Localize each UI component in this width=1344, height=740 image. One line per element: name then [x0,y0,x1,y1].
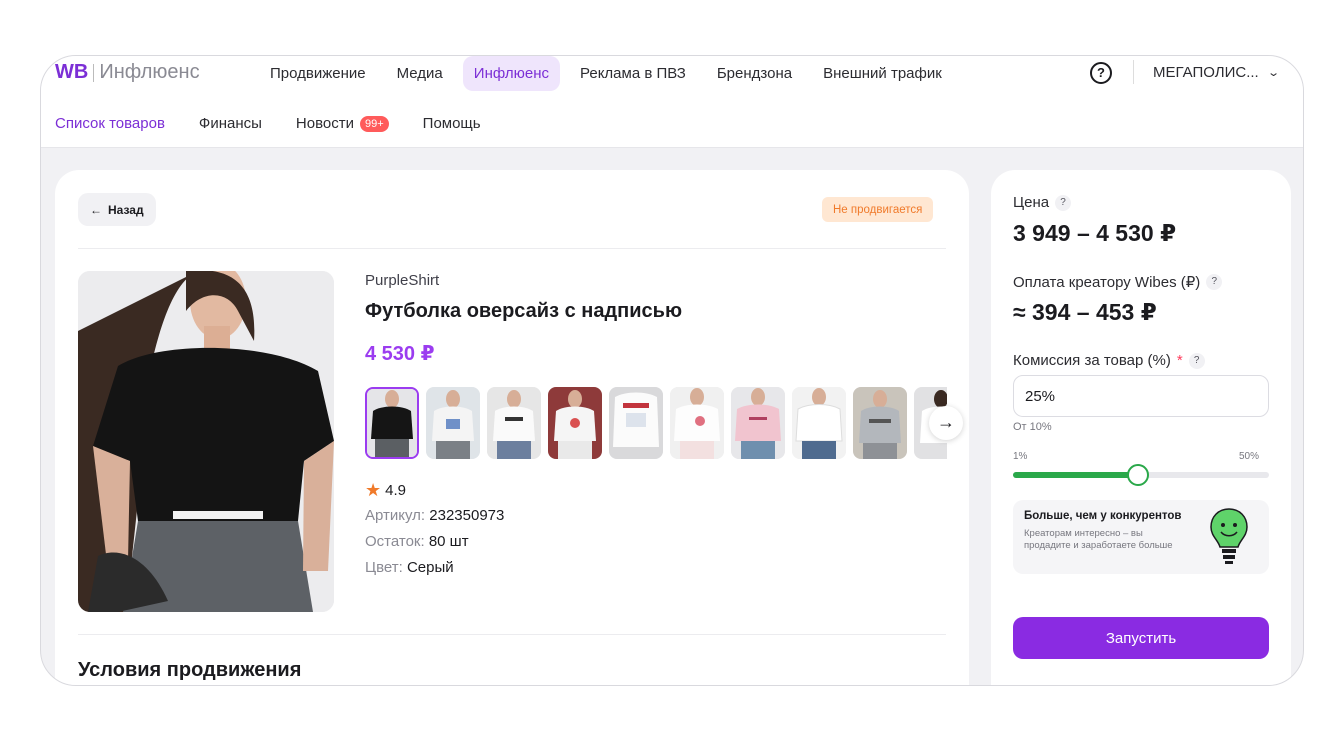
divider [78,634,946,635]
back-label: Назад [108,202,144,217]
account-selector[interactable]: МЕГАПОЛИС... ⌄ [1153,64,1280,81]
color-label: Цвет: [365,559,403,576]
product-rating: ★ 4.9 [365,480,406,501]
article-row: Артикул: 232350973 [365,507,504,524]
main-nav: Продвижение Медиа Инфлюенс Реклама в ПВЗ… [259,56,962,91]
chevron-down-icon: ⌄ [1266,67,1280,79]
divider [78,248,946,249]
logo-divider [93,63,95,82]
commission-hint: От 10% [1013,421,1052,433]
product-brand[interactable]: PurpleShirt [365,272,439,289]
lightbulb-icon [1210,508,1248,564]
tip-title: Больше, чем у конкурентов [1024,510,1182,522]
rating-value: 4.9 [385,482,406,499]
arrow-right-icon: → [937,412,955,432]
news-count-badge: 99+ [359,115,389,132]
nav-item-external-traffic[interactable]: Внешний трафик [812,56,953,91]
nav-item-influence[interactable]: Инфлюенс [462,56,560,91]
payout-label: Оплата креатору Wibes (₽) [1013,274,1201,291]
article-label: Артикул: [365,507,426,524]
required-mark: * [1176,352,1183,369]
color-row: Цвет: Серый [365,559,454,576]
product-photo[interactable] [78,271,334,612]
article-value: 232350973 [429,507,505,524]
arrow-left-icon: ← [90,202,102,217]
thumbnail[interactable] [792,387,846,459]
status-badge: Не продвигается [822,197,934,222]
nav-item-promotion[interactable]: Продвижение [259,56,377,91]
promotion-settings-panel: Цена ? 3 949 – 4 530 ₽ Оплата креатору W… [991,170,1291,685]
account-name: МЕГАПОЛИС... [1153,64,1259,81]
subnav-item-products[interactable]: Список товаров [55,115,165,132]
thumbnail[interactable] [853,387,907,459]
question-icon[interactable]: ? [1188,352,1205,369]
stock-value: 80 шт [428,533,469,550]
sub-nav: Список товаров Финансы Новости 99+ Помощ… [55,115,515,132]
subnav-item-finance[interactable]: Финансы [199,115,262,132]
thumbnail[interactable] [731,387,785,459]
logo[interactable]: WB Инфлюенс [55,61,200,84]
question-icon[interactable]: ? [1055,194,1072,211]
thumbnail[interactable] [426,387,480,459]
stock-label: Остаток: [365,533,425,550]
payout-value: ≈ 394 – 453 ₽ [1013,299,1157,325]
subnav-item-news[interactable]: Новости 99+ [296,115,389,132]
commission-label: Комиссия за товар (%) [1013,352,1171,369]
help-icon[interactable]: ? [1090,62,1112,84]
back-button[interactable]: ← Назад [78,193,156,226]
product-price: 4 530 ₽ [365,343,435,365]
slider-handle[interactable] [1127,464,1150,486]
thumbnail[interactable] [670,387,724,459]
question-icon[interactable]: ? [1206,274,1223,290]
price-range-value: 3 949 – 4 530 ₽ [1013,220,1177,246]
nav-item-pvz-ads[interactable]: Реклама в ПВЗ [569,56,697,91]
tip-text: Креаторам интересно – вы продадите и зар… [1024,528,1173,551]
color-value: Серый [406,559,454,576]
star-icon: ★ [365,480,382,500]
commission-input-value: 25% [1025,387,1056,405]
competitor-tip: Больше, чем у конкурентов Креаторам инте… [1013,500,1269,574]
thumbnail[interactable] [609,387,663,459]
payout-label-row: Оплата креатору Wibes (₽) ? [1013,273,1223,291]
conditions-heading: Условия продвижения [78,659,302,681]
subnav-news-label: Новости [295,115,354,132]
commission-input[interactable]: 25% [1013,375,1269,417]
price-label: Цена [1013,194,1050,211]
thumbnail-strip [365,387,947,459]
nav-item-media[interactable]: Медиа [386,56,454,91]
thumbnail[interactable] [365,387,419,459]
price-label-row: Цена ? [1013,194,1072,211]
commission-label-row: Комиссия за товар (%) * ? [1013,352,1205,369]
top-header: WB Инфлюенс Продвижение Медиа Инфлюенс Р… [41,56,1303,148]
commission-slider[interactable] [1013,464,1269,486]
product-card: ← Назад Не продвигается PurpleShirt Футб… [55,170,969,685]
thumbnail[interactable] [487,387,541,459]
logo-product: Инфлюенс [99,61,200,83]
thumbnail[interactable] [548,387,602,459]
app-window: WB Инфлюенс Продвижение Медиа Инфлюенс Р… [40,55,1304,686]
subnav-item-help[interactable]: Помощь [423,115,481,132]
logo-wb: WB [55,61,89,83]
thumbnails-next-button[interactable]: → [929,406,963,440]
nav-item-brandzone[interactable]: Брендзона [706,56,803,91]
slider-max-label: 50% [1239,451,1260,462]
stock-row: Остаток: 80 шт [365,533,469,550]
slider-fill [1013,472,1139,478]
header-divider [1133,60,1134,84]
slider-min-label: 1% [1013,451,1028,462]
launch-button[interactable]: Запустить [1013,617,1269,659]
product-title: Футболка оверсайз с надписью [365,300,683,322]
